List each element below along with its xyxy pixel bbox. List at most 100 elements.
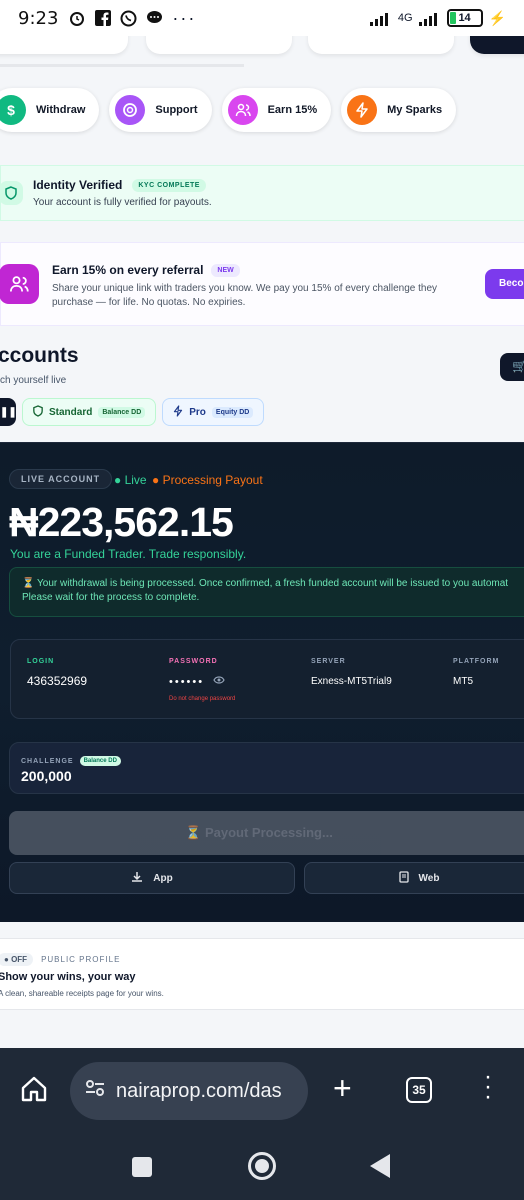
live-account-card: LIVE ACCOUNT ● Live ● Processing Payout … <box>0 442 524 922</box>
challenge-label: CHALLENGE <box>21 757 74 765</box>
charging-icon: ⚡ <box>488 9 506 26</box>
status-time: 9:23 <box>18 7 59 29</box>
web-button-label: Web <box>418 872 440 884</box>
payout-status: ● Processing Payout <box>152 473 263 487</box>
shield-icon <box>0 181 23 205</box>
funded-message: You are a Funded Trader. Trade responsib… <box>10 547 247 561</box>
web-icon <box>398 870 409 886</box>
web-button[interactable]: Web <box>304 862 524 894</box>
download-icon <box>131 871 143 886</box>
credentials-panel: LOGIN 436352969 PASSWORD •••••• Do not c… <box>10 639 524 719</box>
password-label: PASSWORD <box>169 658 218 665</box>
stat-cards-row <box>0 36 524 67</box>
more-notifications-icon: ··· <box>172 7 197 28</box>
cart-button[interactable]: 🛒 <box>500 353 524 381</box>
tab-all-icon: ❚❚ <box>0 406 17 418</box>
stat-card[interactable] <box>0 36 128 54</box>
live-status-text: Live <box>124 473 147 487</box>
referral-card: Earn 15% on every referral NEW Share you… <box>0 242 524 326</box>
tab-standard-label: Standard <box>49 406 93 418</box>
address-bar[interactable]: nairaprop.com/das <box>70 1062 308 1120</box>
withdraw-label: Withdraw <box>36 104 86 116</box>
public-profile-title: Show your wins, your way <box>0 971 136 983</box>
account-balance: ₦223,562.15 <box>9 499 234 545</box>
login-value[interactable]: 436352969 <box>27 674 87 688</box>
public-profile-card: ● OFF PUBLIC PROFILE Show your wins, you… <box>0 938 524 1010</box>
live-account-label: LIVE ACCOUNT <box>9 469 113 489</box>
stat-card[interactable] <box>146 36 292 54</box>
payout-processing-button[interactable]: ⏳ Payout Processing... <box>9 811 524 855</box>
become-affiliate-button[interactable]: Becor <box>485 269 524 299</box>
withdraw-button[interactable]: $ Withdraw <box>0 88 100 132</box>
quick-actions: $ Withdraw Support Earn 15% My Sparks <box>0 88 457 132</box>
accounts-subtitle: ch yourself live <box>0 375 67 386</box>
lifebuoy-icon <box>115 95 146 125</box>
tab-standard-badge: Balance DD <box>98 406 146 418</box>
my-sparks-label: My Sparks <box>387 104 443 116</box>
earn-label: Earn 15% <box>267 104 318 116</box>
dashboard-page: $ Withdraw Support Earn 15% My Sparks Id… <box>0 36 524 1048</box>
server-label: SERVER <box>311 658 346 665</box>
payout-status-text: Processing Payout <box>162 473 263 487</box>
battery-icon: 14 <box>446 9 483 27</box>
new-tab-icon[interactable]: + <box>333 1070 352 1107</box>
scroll-indicator <box>0 64 244 67</box>
network-type: 4G <box>397 12 413 24</box>
public-profile-label: PUBLIC PROFILE <box>41 955 121 964</box>
facebook-icon <box>95 10 112 26</box>
tab-pro-label: Pro <box>189 406 206 418</box>
whatsapp-icon <box>120 10 137 26</box>
accounts-title: ccounts <box>0 344 79 367</box>
bolt-icon <box>347 95 378 125</box>
kyc-title: Identity Verified <box>33 178 123 192</box>
tab-standard[interactable]: Standard Balance DD <box>22 398 157 426</box>
menu-icon[interactable]: · · · <box>484 1065 492 1109</box>
app-button-label: App <box>153 872 173 884</box>
notice-line-2: Please wait for the process to complete. <box>22 592 200 603</box>
referral-description: Share your unique link with traders you … <box>52 283 438 308</box>
shield-icon <box>33 404 43 420</box>
toggle-state: OFF <box>11 955 28 964</box>
tab-count: 35 <box>412 1083 426 1097</box>
challenge-value: 200,000 <box>21 768 72 784</box>
platform-label: PLATFORM <box>453 658 500 665</box>
live-status: ● Live <box>114 473 147 487</box>
tab-all[interactable]: ❚❚ <box>0 398 17 426</box>
new-badge: NEW <box>211 263 240 277</box>
battery-level: 14 <box>458 12 471 24</box>
challenge-panel: CHALLENGE Balance DD 200,000 <box>9 742 524 794</box>
referral-title: Earn 15% on every referral <box>52 263 204 277</box>
kyc-subtitle: Your account is fully verified for payou… <box>33 197 212 208</box>
users-icon <box>0 264 39 304</box>
login-label: LOGIN <box>27 658 55 665</box>
recents-icon[interactable] <box>132 1157 152 1177</box>
password-value: •••••• <box>169 674 226 688</box>
alarm-icon <box>70 12 85 26</box>
support-button[interactable]: Support <box>109 88 212 132</box>
tab-pro[interactable]: Pro Equity DD <box>162 398 265 426</box>
notice-line-1: ⏳ Your withdrawal is being processed. On… <box>22 578 509 589</box>
challenge-badge: Balance DD <box>79 756 121 766</box>
tab-pro-badge: Equity DD <box>211 406 254 418</box>
earn-button[interactable]: Earn 15% <box>221 88 332 132</box>
url-text: nairaprop.com/das <box>116 1079 282 1102</box>
bolt-icon <box>173 404 183 420</box>
stat-card[interactable] <box>470 36 524 54</box>
platform-value: MT5 <box>453 676 473 687</box>
site-settings-icon[interactable] <box>84 1077 106 1105</box>
my-sparks-button[interactable]: My Sparks <box>341 88 457 132</box>
back-icon[interactable] <box>370 1154 390 1178</box>
eye-icon[interactable] <box>213 674 226 688</box>
home-icon[interactable] <box>20 1075 48 1103</box>
app-button[interactable]: App <box>9 862 295 894</box>
public-profile-toggle[interactable]: ● OFF <box>0 953 34 966</box>
signal-icon <box>369 13 388 26</box>
dollar-icon: $ <box>0 95 26 125</box>
kyc-badge: KYC COMPLETE <box>132 178 206 192</box>
password-dots: •••••• <box>169 676 205 688</box>
stat-card[interactable] <box>308 36 454 54</box>
status-bar: 9:23 ··· 4G 14 ⚡ <box>0 0 524 36</box>
home-nav-icon[interactable] <box>248 1152 276 1180</box>
server-value[interactable]: Exness-MT5Trial9 <box>311 676 392 687</box>
tab-switcher-button[interactable]: 35 <box>406 1077 432 1103</box>
